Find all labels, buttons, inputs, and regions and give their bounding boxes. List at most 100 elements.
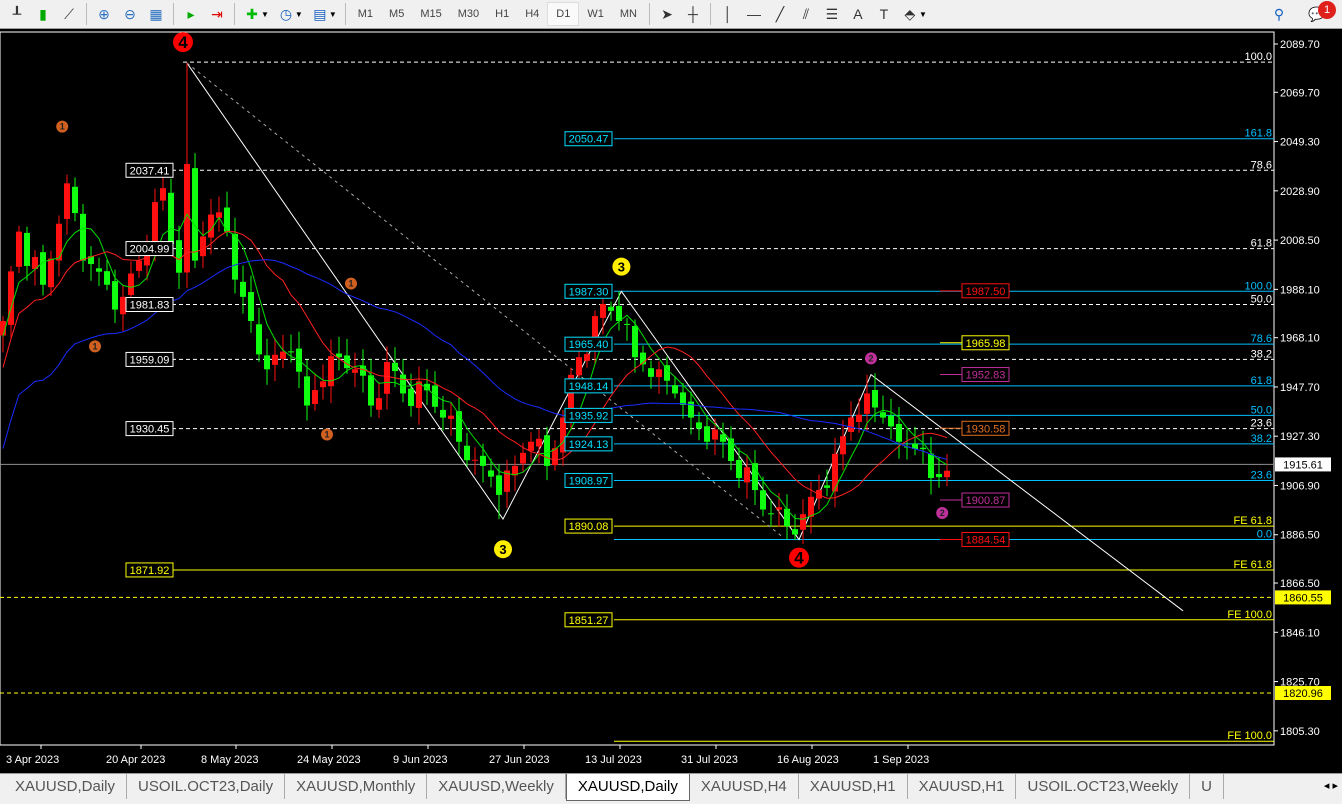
candle-body <box>320 381 326 388</box>
timeframe-m5[interactable]: M5 <box>381 2 412 26</box>
candle-body <box>192 168 198 261</box>
price-tick-label: 2069.70 <box>1280 87 1320 99</box>
price-label: 1981.83 <box>130 300 170 312</box>
fib-level-label: 0.0 <box>1257 528 1272 540</box>
candle-body <box>760 490 766 510</box>
candle-body <box>896 423 902 442</box>
chevron-down-icon[interactable]: ▼ <box>329 10 337 19</box>
candle-body <box>304 376 310 406</box>
price-tick-label: 1927.30 <box>1280 431 1320 443</box>
auto-scroll-icon[interactable]: ▸ <box>178 2 204 26</box>
candle-body <box>496 475 502 495</box>
candle-body <box>672 385 678 394</box>
candle-body <box>920 447 926 450</box>
candle-body <box>128 273 134 296</box>
chart-tab[interactable]: U <box>1190 774 1224 799</box>
candlestick-chart-icon[interactable]: ▮ <box>30 2 56 26</box>
candle-body <box>792 529 798 535</box>
chart-tab[interactable]: USOIL.OCT23,Daily <box>127 774 286 799</box>
candle-body <box>80 213 86 261</box>
chart-tab[interactable]: XAUUSD,Daily <box>565 774 690 801</box>
chart-tab[interactable]: XAUUSD,Monthly <box>285 774 428 799</box>
chevron-down-icon[interactable]: ▼ <box>295 10 303 19</box>
price-label: 1952.83 <box>966 370 1006 382</box>
cursor-arrow-icon[interactable]: ➤ <box>654 2 680 26</box>
chevron-down-icon[interactable]: ▼ <box>261 10 269 19</box>
chart-tab[interactable]: XAUUSD,Weekly <box>427 774 566 799</box>
crosshair-icon[interactable]: ┼ <box>680 2 706 26</box>
trendline-icon[interactable]: ╱ <box>767 2 793 26</box>
fib-level-label: 38.2 <box>1251 348 1272 360</box>
candle-body <box>344 355 350 369</box>
candle-body <box>264 355 270 370</box>
timeframe-h4[interactable]: H4 <box>517 2 547 26</box>
timeframe-h1[interactable]: H1 <box>487 2 517 26</box>
divider <box>648 3 650 25</box>
candle-body <box>280 351 286 359</box>
tile-windows-icon[interactable]: ▦ <box>143 2 169 26</box>
divider <box>173 3 174 25</box>
fib-level-label: 61.8 <box>1251 238 1272 250</box>
notification-badge[interactable]: 1 <box>1318 1 1336 19</box>
chart-tab[interactable]: XAUUSD,H1 <box>799 774 908 799</box>
candle-body <box>120 296 126 315</box>
timeframe-mn[interactable]: MN <box>612 2 645 26</box>
bar-chart-icon[interactable]: ┸ <box>4 2 30 26</box>
wave-label: 4 <box>794 549 804 568</box>
chart-shift-icon[interactable]: ⇥ <box>204 2 230 26</box>
candle-body <box>680 392 686 405</box>
horizontal-line-icon[interactable]: — <box>741 2 767 26</box>
wave-label: 1 <box>92 341 97 351</box>
price-tick-label: 2049.30 <box>1280 137 1320 149</box>
zoom-in-icon[interactable]: ⊕ <box>91 2 117 26</box>
candle-body <box>168 192 174 244</box>
candle-body <box>104 271 110 285</box>
price-label: 1935.92 <box>569 410 609 422</box>
price-marker: 1820.96 <box>1283 688 1323 700</box>
price-tick-label: 2089.70 <box>1280 39 1320 51</box>
timeframe-m30[interactable]: M30 <box>450 2 487 26</box>
candle-body <box>24 232 30 266</box>
candle-body <box>608 306 614 311</box>
candle-body <box>16 231 22 267</box>
tab-scroll-arrows[interactable]: ◂ ▸ <box>1324 779 1338 792</box>
candle-body <box>944 470 950 478</box>
candle-body <box>720 434 726 442</box>
line-chart-icon[interactable]: ⟋ <box>56 2 82 26</box>
vertical-line-icon[interactable]: │ <box>715 2 741 26</box>
divider <box>344 3 346 25</box>
timeframe-w1[interactable]: W1 <box>579 2 612 26</box>
candle-body <box>176 240 182 273</box>
chart-tab[interactable]: XAUUSD,Daily <box>4 774 128 799</box>
candle-body <box>928 453 934 478</box>
price-label: 1987.50 <box>966 286 1006 298</box>
equidistant-channel-icon[interactable]: ⫽ <box>793 2 819 26</box>
candle-body <box>376 398 382 410</box>
timeframe-m1[interactable]: M1 <box>350 2 381 26</box>
candle-body <box>736 459 742 478</box>
fibonacci-icon[interactable]: ☰ <box>819 2 845 26</box>
candle-body <box>368 375 374 406</box>
chart-tab[interactable]: XAUUSD,H4 <box>690 774 799 799</box>
candle-body <box>456 411 462 442</box>
text-icon[interactable]: A <box>845 2 871 26</box>
timeframe-m15[interactable]: M15 <box>412 2 449 26</box>
fib-level-label: 50.0 <box>1251 404 1272 416</box>
zoom-out-icon[interactable]: ⊖ <box>117 2 143 26</box>
fib-level-label: 100.0 <box>1244 51 1272 63</box>
date-tick-label: 24 May 2023 <box>297 754 361 766</box>
chart-tab[interactable]: XAUUSD,H1 <box>908 774 1017 799</box>
date-tick-label: 27 Jun 2023 <box>489 754 550 766</box>
price-label: 2004.99 <box>130 244 170 256</box>
chevron-down-icon[interactable]: ▼ <box>919 10 927 19</box>
search-icon[interactable]: ⚲ <box>1266 2 1292 26</box>
date-tick-label: 16 Aug 2023 <box>777 754 839 766</box>
text-label-icon[interactable]: T <box>871 2 897 26</box>
chart-tabs: XAUUSD,Daily USOIL.OCT23,Daily XAUUSD,Mont… <box>0 773 1342 804</box>
candle-body <box>464 445 470 461</box>
price-chart[interactable]: 100.0161.82050.4778.62037.4161.82004.991… <box>0 0 1342 773</box>
candle-body <box>696 422 702 429</box>
timeframe-d1[interactable]: D1 <box>547 2 580 26</box>
candle-body <box>624 323 630 325</box>
chart-tab[interactable]: USOIL.OCT23,Weekly <box>1016 774 1191 799</box>
